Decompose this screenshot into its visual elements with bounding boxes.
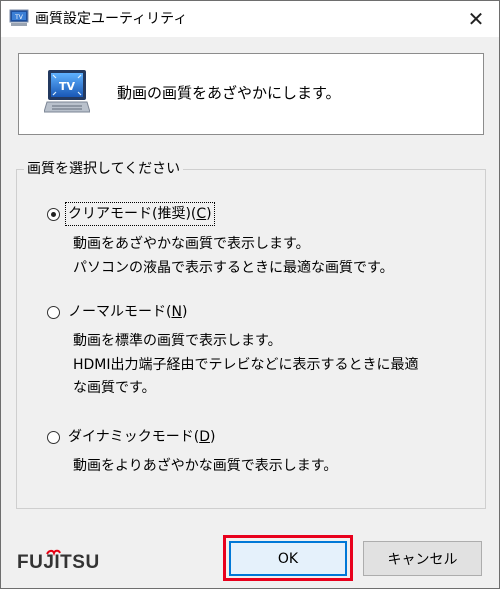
title-bar[interactable]: TV 画質設定ユーティリティ ✕ (1, 1, 499, 37)
fujitsu-logo: FUJITSU (17, 549, 100, 573)
header-panel: TV 動画の画質をあざやかにします。 (18, 53, 484, 135)
group-legend: 画質を選択してください (24, 158, 184, 180)
cancel-button-label: キャンセル (387, 551, 458, 568)
ok-button-label: OK (277, 550, 299, 567)
normal-mode-desc-3: な画質です。 (73, 380, 156, 396)
close-icon: ✕ (467, 7, 485, 31)
normal-mode-desc-1: 動画を標準の画質で表示します。 (73, 333, 282, 349)
tv-monitor-icon: TV (44, 70, 90, 113)
radio-button-checked[interactable] (47, 207, 60, 221)
radio-dynamic-mode[interactable]: ダイナミックモード(D) (47, 426, 217, 448)
tv-label: TV (59, 80, 76, 93)
tv-monitor-icon: TV (9, 9, 29, 26)
header-message: 動画の画質をあざやかにします。 (117, 84, 341, 102)
radio-clear-mode[interactable]: クリアモード(推奨)(C) (47, 202, 215, 226)
cancel-button[interactable]: キャンセル (363, 541, 482, 576)
ok-button[interactable]: OK (229, 541, 347, 576)
normal-mode-label: ノーマルモード(N) (68, 304, 188, 320)
svg-text:TV: TV (14, 14, 24, 21)
radio-normal-mode[interactable]: ノーマルモード(N) (47, 301, 189, 323)
close-button[interactable]: ✕ (453, 1, 499, 37)
dynamic-mode-desc-1: 動画をよりあざやかな画質で表示します。 (73, 458, 338, 474)
radio-button[interactable] (47, 430, 60, 444)
clear-mode-desc-1: 動画をあざやかな画質で表示します。 (73, 236, 310, 252)
quality-group: 画質を選択してください クリアモード(推奨)(C) 動画をあざやかな画質で表示し… (16, 158, 486, 509)
dynamic-mode-label: ダイナミックモード(D) (68, 429, 216, 445)
fujitsu-logo-text: FUJITSU (17, 552, 100, 573)
normal-mode-desc-2: HDMI出力端子経由でテレビなどに表示するときに最適 (73, 357, 419, 373)
clear-mode-label: クリアモード(推奨)(C) (65, 202, 215, 226)
radio-button[interactable] (47, 305, 60, 319)
dialog-window: TV 画質設定ユーティリティ ✕ TV 動画の画質をあざやかにします。 画質を選… (0, 0, 500, 589)
clear-mode-desc-2: パソコンの液晶で表示するときに最適な画質です。 (73, 260, 394, 276)
window-title: 画質設定ユーティリティ (35, 11, 188, 27)
